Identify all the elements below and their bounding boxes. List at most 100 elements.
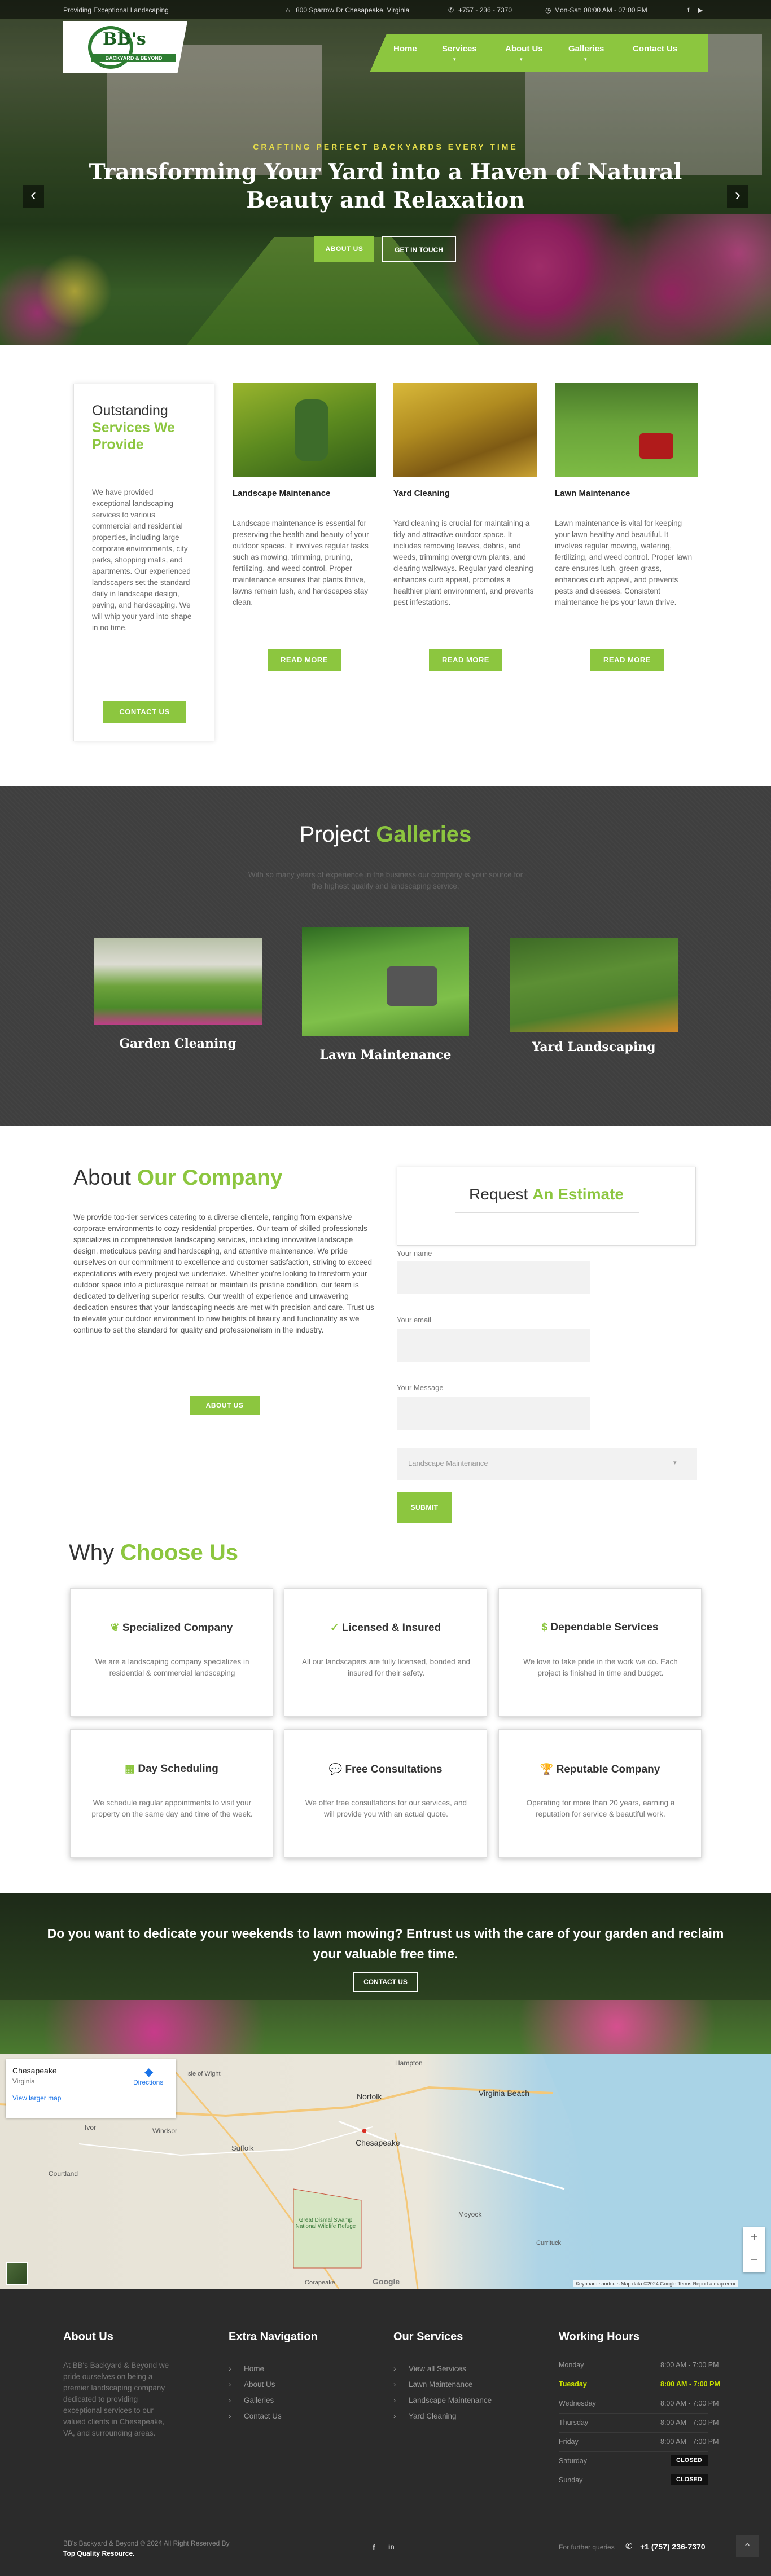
footer-services-title: Our Services <box>393 2331 463 2343</box>
nav-services[interactable]: Services <box>442 44 477 54</box>
calendar-icon: ▦ <box>125 1763 135 1775</box>
cta-contact-button[interactable]: CONTACT US <box>353 1972 418 1992</box>
slider-next-button[interactable]: › <box>727 185 748 208</box>
gallery-garden-cleaning-image[interactable] <box>94 938 262 1025</box>
services-contact-button[interactable]: CONTACT US <box>103 701 186 723</box>
name-field[interactable] <box>397 1261 590 1294</box>
gallery-caption-garden[interactable]: Garden Cleaning <box>94 1036 262 1051</box>
zoom-in-button[interactable]: + <box>743 2230 765 2245</box>
back-to-top-button[interactable]: ⌃ <box>736 2535 759 2557</box>
top-phone[interactable]: +757 - 236 - 7370 <box>458 6 512 14</box>
footer-link-landscape[interactable]: Landscape Maintenance <box>409 2396 492 2404</box>
footer-link-lawn[interactable]: Lawn Maintenance <box>409 2380 472 2389</box>
google-map[interactable]: Norfolk Virginia Beach Chesapeake Suffol… <box>0 2054 771 2289</box>
closed-badge: CLOSED <box>671 2455 708 2466</box>
chevron-down-icon: ▾ <box>673 1460 677 1466</box>
chevron-down-icon: ▾ <box>453 56 456 62</box>
chevron-right-icon: › <box>229 2412 231 2420</box>
facebook-icon[interactable]: f <box>373 2543 375 2552</box>
service-text-yard: Yard cleaning is crucial for maintaining… <box>393 519 534 606</box>
services-intro-text: We have provided exceptional landscaping… <box>92 488 192 632</box>
service-title-lawn: Lawn Maintenance <box>555 489 630 498</box>
map-satellite-toggle[interactable] <box>6 2262 28 2285</box>
services-intro-card: Outstanding Services We Provide We have … <box>73 384 214 741</box>
map-label: Isle of Wight <box>186 2071 221 2077</box>
nav-contact[interactable]: Contact Us <box>633 44 677 54</box>
read-more-lawn-button[interactable]: READ MORE <box>590 649 664 671</box>
footer-link-contact[interactable]: Contact Us <box>244 2412 282 2420</box>
galleries-title: Project Galleries <box>299 822 472 847</box>
yard-cleaning-image <box>393 383 537 477</box>
site-logo[interactable]: BB's BACKYARD & BEYOND <box>63 21 187 73</box>
footer-phone[interactable]: +1 (757) 236-7370 <box>640 2542 706 2551</box>
name-label: Your name <box>397 1249 432 1258</box>
map-label: Currituck <box>536 2240 562 2247</box>
slider-prev-button[interactable]: ‹ <box>23 185 44 208</box>
top-tagline: Providing Exceptional Landscaping <box>63 6 169 14</box>
hours-day: Friday <box>559 2438 579 2446</box>
main-nav: Home Services ▾ About Us ▾ Galleries ▾ C… <box>370 34 708 72</box>
chevron-right-icon: › <box>393 2380 396 2389</box>
hours-day: Monday <box>559 2361 584 2369</box>
email-field[interactable] <box>397 1329 590 1362</box>
hero-about-button[interactable]: ABOUT US <box>314 236 374 262</box>
hours-time: 8:00 AM - 7:00 PM <box>660 2380 720 2388</box>
nav-home[interactable]: Home <box>393 44 417 54</box>
about-text: We provide top-tier services catering to… <box>73 1213 374 1334</box>
read-more-landscape-button[interactable]: READ MORE <box>268 649 341 671</box>
google-logo: Google <box>373 2277 400 2286</box>
map-label: Courtland <box>49 2170 78 2178</box>
trophy-icon: 🏆 <box>540 1764 554 1775</box>
clock-icon: ◷ <box>545 6 551 14</box>
why-card-specialized: ❦ Specialized Company We are a landscapi… <box>70 1588 273 1717</box>
chat-icon: 💬 <box>328 1764 343 1775</box>
service-select[interactable]: Landscape Maintenance ▾ <box>397 1448 697 1480</box>
hours-time: 8:00 AM - 7:00 PM <box>660 2438 719 2446</box>
why-card-scheduling: ▦ Day Scheduling We schedule regular app… <box>70 1729 273 1858</box>
footer-link-about[interactable]: About Us <box>244 2380 275 2389</box>
cta-text: Do you want to dedicate your weekends to… <box>47 1926 724 1961</box>
footer-link-galleries[interactable]: Galleries <box>244 2396 274 2404</box>
footer-queries-label: For further queries <box>559 2543 615 2551</box>
footer-credit-link[interactable]: Top Quality Resource. <box>63 2549 134 2557</box>
footer-link-all-services[interactable]: View all Services <box>409 2364 466 2373</box>
lawn-maintenance-image <box>555 383 698 477</box>
nav-about[interactable]: About Us <box>505 44 543 54</box>
hours-day: Tuesday <box>559 2380 587 2388</box>
message-field[interactable] <box>397 1397 590 1430</box>
gallery-caption-yard[interactable]: Yard Landscaping <box>510 1040 678 1054</box>
about-us-button[interactable]: ABOUT US <box>190 1396 260 1415</box>
nav-galleries[interactable]: Galleries <box>568 44 604 54</box>
footer-link-home[interactable]: Home <box>244 2364 264 2373</box>
gallery-caption-lawn[interactable]: Lawn Maintenance <box>302 1048 469 1062</box>
map-label: Moyock <box>458 2210 482 2218</box>
map-directions-link[interactable]: Directions <box>133 2078 163 2086</box>
chevron-right-icon: › <box>393 2396 396 2404</box>
linkedin-icon[interactable]: in <box>388 2543 395 2551</box>
galleries-section: Project Galleries With so many years of … <box>0 786 771 1126</box>
map-label: Great Dismal Swamp National Wildlife Ref… <box>295 2217 356 2230</box>
zoom-out-button[interactable]: − <box>743 2252 765 2268</box>
map-larger-link[interactable]: View larger map <box>12 2094 61 2102</box>
chevron-down-icon: ▾ <box>584 56 587 62</box>
read-more-yard-button[interactable]: READ MORE <box>429 649 502 671</box>
why-card-consultations: 💬 Free Consultations We offer free consu… <box>284 1729 487 1858</box>
footer-copyright: BB's Backyard & Beyond © 2024 All Right … <box>63 2539 230 2547</box>
facebook-icon[interactable]: f <box>687 6 689 14</box>
landscape-maintenance-image <box>233 383 376 477</box>
money-bag-icon: $ <box>541 1621 548 1633</box>
footer-link-yard[interactable]: Yard Cleaning <box>409 2412 457 2420</box>
cta-section: Do you want to dedicate your weekends to… <box>0 1893 771 2054</box>
chevron-down-icon: ▾ <box>520 56 523 62</box>
gallery-yard-landscaping-image[interactable] <box>510 938 678 1032</box>
youtube-icon[interactable]: ▶ <box>698 6 703 14</box>
hours-day: Wednesday <box>559 2399 596 2407</box>
hours-time: 8:00 AM - 7:00 PM <box>660 2399 719 2407</box>
hero-contact-button[interactable]: GET IN TOUCH <box>382 236 456 262</box>
service-text-landscape: Landscape maintenance is essential for p… <box>233 519 369 606</box>
submit-button[interactable]: SUBMIT <box>397 1492 452 1523</box>
map-label: Corapeake <box>305 2279 335 2286</box>
directions-icon[interactable]: ◆ <box>144 2065 153 2079</box>
top-bar: Providing Exceptional Landscaping ⌂ 800 … <box>0 0 771 19</box>
gallery-lawn-maintenance-image[interactable] <box>302 927 469 1036</box>
